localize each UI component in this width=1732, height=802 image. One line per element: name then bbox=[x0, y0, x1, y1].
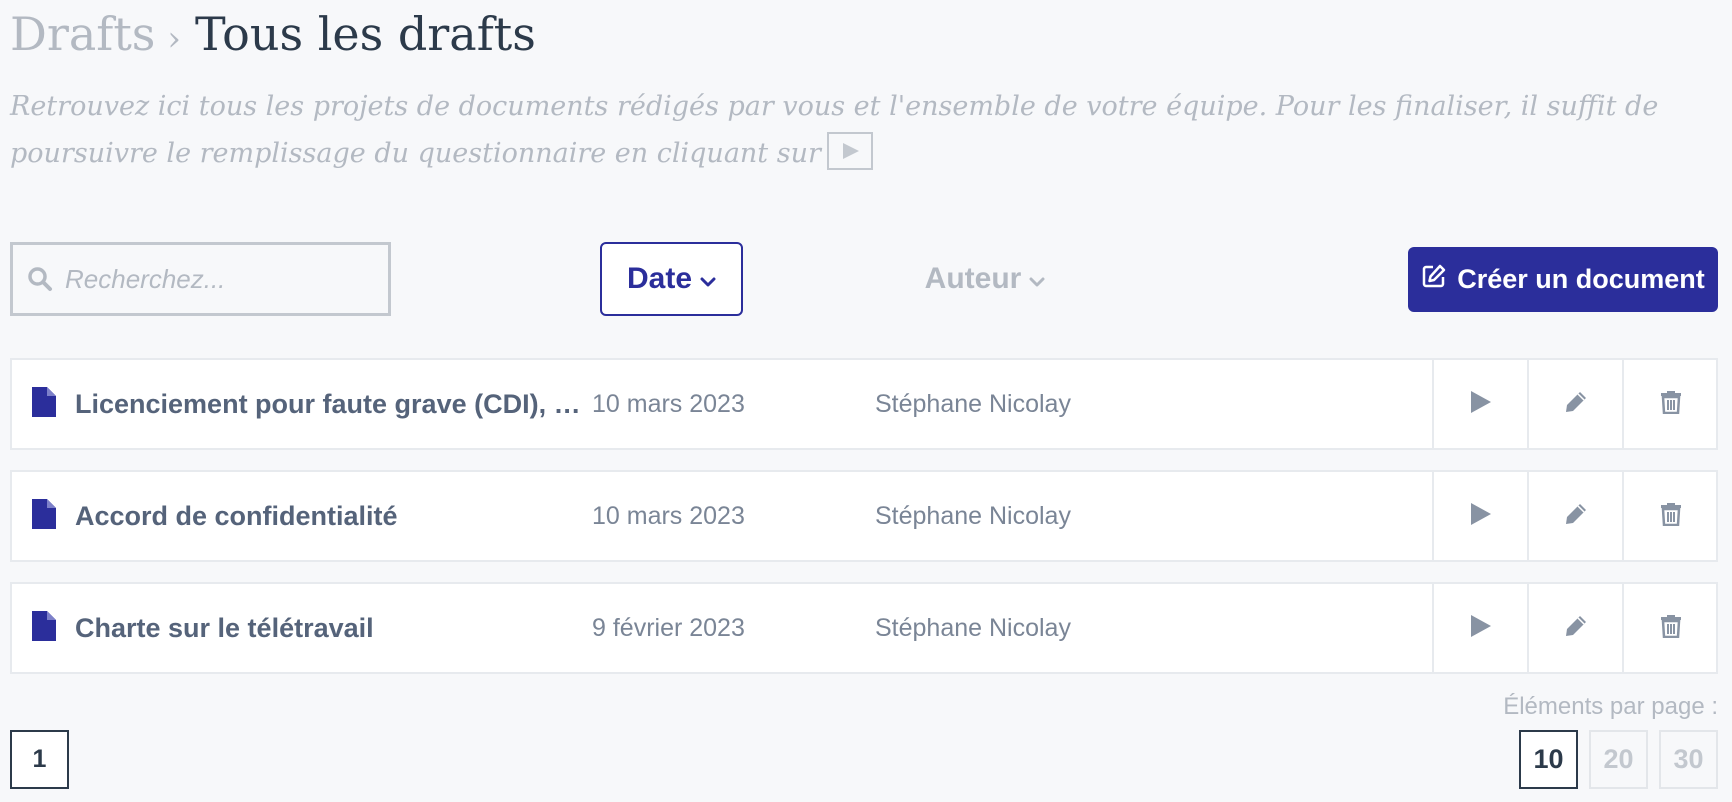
document-icon bbox=[32, 611, 56, 646]
resume-draft-button[interactable] bbox=[1432, 360, 1527, 448]
page-number-button[interactable]: 1 bbox=[10, 730, 69, 789]
edit-draft-button[interactable] bbox=[1527, 360, 1622, 448]
pencil-icon bbox=[1564, 614, 1588, 643]
edit-draft-button[interactable] bbox=[1527, 472, 1622, 560]
author-filter-button[interactable]: Auteur bbox=[920, 242, 1050, 316]
pencil-icon bbox=[1564, 502, 1588, 531]
pencil-icon bbox=[1564, 390, 1588, 419]
search-icon bbox=[27, 266, 53, 292]
document-icon bbox=[32, 387, 56, 422]
document-icon bbox=[32, 499, 56, 534]
draft-row[interactable]: Charte sur le télétravail 9 février 2023… bbox=[10, 582, 1718, 674]
play-icon bbox=[1470, 614, 1492, 643]
date-sort-label: Date bbox=[626, 262, 693, 295]
delete-draft-button[interactable] bbox=[1622, 360, 1717, 448]
create-document-button[interactable]: Créer un document bbox=[1408, 247, 1718, 312]
resume-draft-button[interactable] bbox=[1432, 584, 1527, 672]
trash-icon bbox=[1660, 390, 1682, 419]
per-page-label: Éléments par page : bbox=[1503, 693, 1718, 720]
draft-author: Stéphane Nicolay bbox=[875, 390, 1071, 418]
trash-icon bbox=[1660, 502, 1682, 531]
draft-title[interactable]: Charte sur le télétravail bbox=[75, 584, 595, 672]
breadcrumb: Drafts › Tous les drafts bbox=[10, 4, 536, 64]
search-box[interactable] bbox=[10, 242, 391, 316]
chevron-down-icon bbox=[700, 262, 716, 296]
delete-draft-button[interactable] bbox=[1622, 472, 1717, 560]
breadcrumb-separator: › bbox=[167, 19, 182, 59]
per-page-option-30[interactable]: 30 bbox=[1659, 730, 1718, 789]
play-icon bbox=[1470, 390, 1492, 419]
draft-date: 10 mars 2023 bbox=[592, 390, 745, 418]
play-icon bbox=[1470, 502, 1492, 531]
play-icon-inline bbox=[826, 131, 873, 170]
intro-text: Retrouvez ici tous les projets de docume… bbox=[10, 83, 1718, 177]
resume-draft-button[interactable] bbox=[1432, 472, 1527, 560]
draft-title[interactable]: Licenciement pour faute grave (CDI), c’.… bbox=[75, 360, 595, 448]
date-sort-button[interactable]: Date bbox=[600, 242, 743, 316]
delete-draft-button[interactable] bbox=[1622, 584, 1717, 672]
draft-date: 9 février 2023 bbox=[592, 614, 745, 642]
draft-author: Stéphane Nicolay bbox=[875, 614, 1071, 642]
draft-row[interactable]: Licenciement pour faute grave (CDI), c’.… bbox=[10, 358, 1718, 450]
draft-date: 10 mars 2023 bbox=[592, 502, 745, 530]
breadcrumb-root-link[interactable]: Drafts bbox=[10, 4, 155, 64]
draft-author: Stéphane Nicolay bbox=[875, 502, 1071, 530]
draft-title[interactable]: Accord de confidentialité bbox=[75, 472, 595, 560]
page-title: Tous les drafts bbox=[195, 7, 536, 61]
edit-draft-button[interactable] bbox=[1527, 584, 1622, 672]
per-page-option-10[interactable]: 10 bbox=[1519, 730, 1578, 789]
chevron-down-icon bbox=[1029, 262, 1045, 296]
author-filter-label: Auteur bbox=[924, 262, 1022, 295]
create-document-label: Créer un document bbox=[1457, 264, 1705, 294]
search-input[interactable] bbox=[65, 263, 365, 295]
draft-row[interactable]: Accord de confidentialité 10 mars 2023 S… bbox=[10, 470, 1718, 562]
edit-square-icon bbox=[1421, 263, 1447, 296]
per-page-option-20[interactable]: 20 bbox=[1589, 730, 1648, 789]
trash-icon bbox=[1660, 614, 1682, 643]
